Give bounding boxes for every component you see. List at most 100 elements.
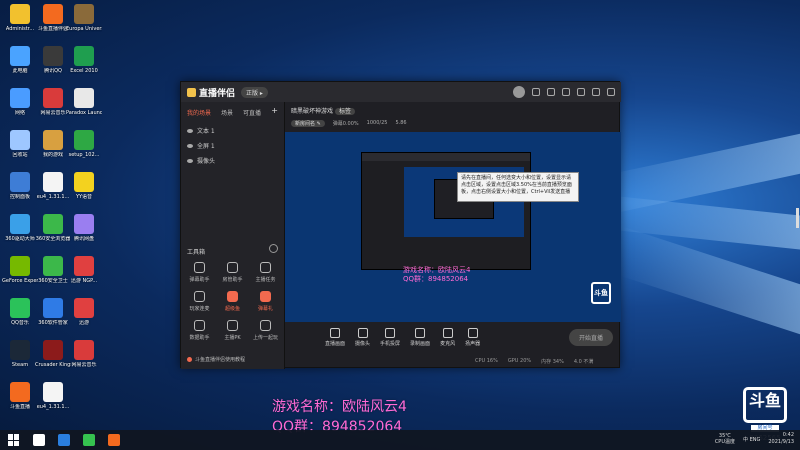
- app-icon: [10, 382, 30, 402]
- tool-button[interactable]: 弹幕助手: [183, 262, 216, 283]
- taskbar-app-icon[interactable]: [33, 434, 45, 446]
- app-icon: [43, 256, 63, 276]
- tab-my-scenes[interactable]: 我的场景: [187, 108, 211, 117]
- desktop-icon[interactable]: Excel 2010: [66, 46, 102, 74]
- tool-button[interactable]: 房管助手: [216, 262, 249, 283]
- window-titlebar[interactable]: 直播伴侣 正版 ▸: [181, 82, 621, 102]
- control-button[interactable]: 扬声器: [465, 327, 481, 347]
- input-method-indicator[interactable]: 中 ENG: [743, 436, 760, 443]
- room-name-button[interactable]: 新房间名 ✎: [291, 120, 325, 127]
- desktop-icon[interactable]: 回收站: [2, 130, 38, 158]
- meta-value: 1000/25: [366, 120, 388, 126]
- clock[interactable]: 0:42 2021/9/13: [768, 432, 794, 446]
- desktop-icon[interactable]: Steam: [2, 340, 38, 368]
- desktop-icon[interactable]: QQ音乐: [2, 298, 38, 326]
- douyu-live-companion-window: 直播伴侣 正版 ▸ 我的场景 场景 可直播 + 文本 1 全屏 1 摄像头 工具…: [180, 81, 621, 369]
- desktop-icon[interactable]: 此电脑: [2, 46, 38, 74]
- desktop-icon[interactable]: 控制面板: [2, 172, 38, 200]
- add-source-icon[interactable]: +: [271, 107, 278, 117]
- status-item: GPU 20%: [507, 358, 532, 364]
- desktop-icon[interactable]: 360驱动大师: [2, 214, 38, 242]
- stream-tag[interactable]: 标签: [334, 108, 355, 115]
- app-title: 直播伴侣: [199, 88, 236, 99]
- desktop-icon[interactable]: 斗鱼直播: [2, 382, 38, 410]
- control-button[interactable]: 手机投屏: [380, 327, 401, 347]
- control-icon: [415, 327, 426, 338]
- status-item: 4.0 不满: [573, 358, 594, 365]
- tool-button[interactable]: 主播任务: [249, 262, 282, 283]
- taskbar-app-icon[interactable]: [83, 434, 95, 446]
- desktop-icon[interactable]: Paradox Launcher v2: [66, 88, 102, 116]
- maximize-icon[interactable]: [592, 88, 600, 96]
- desktop-icon[interactable]: 网络: [2, 88, 38, 116]
- tool-button[interactable]: 上传一起玩: [249, 320, 282, 341]
- close-icon[interactable]: [607, 88, 615, 96]
- tool-button[interactable]: 超级鱼: [216, 291, 249, 312]
- desktop-icon[interactable]: 迅游: [66, 298, 102, 326]
- menu-icon[interactable]: [532, 88, 540, 96]
- sidebar: 我的场景 场景 可直播 + 文本 1 全屏 1 摄像头 工具箱 弹幕助手 房管助手…: [181, 102, 285, 369]
- source-item[interactable]: 文本 1: [181, 123, 284, 138]
- desktop-icon-label: Administr...: [5, 26, 35, 32]
- taskbar-app-icon[interactable]: [58, 434, 70, 446]
- desktop-icon[interactable]: Administr...: [2, 4, 38, 32]
- source-label: 摄像头: [197, 158, 216, 165]
- tutorial-label: 斗鱼直播伴侣使用教程: [195, 357, 246, 363]
- avatar[interactable]: [513, 86, 525, 98]
- edge-handle[interactable]: [796, 208, 799, 228]
- version-badge[interactable]: 正版 ▸: [241, 86, 268, 98]
- control-button[interactable]: 麦克风: [440, 327, 455, 347]
- app-icon: [10, 130, 30, 150]
- desktop-icon[interactable]: 迅游 NGP...: [66, 256, 102, 284]
- desktop-icon[interactable]: YY语音: [66, 172, 102, 200]
- help-tooltip: 请先在直播间，任何选变大小和位置，设置显示请点击区域，设置点击区域3.50%在当…: [457, 172, 579, 202]
- message-icon[interactable]: [547, 88, 555, 96]
- app-icon: [74, 214, 94, 234]
- settings-icon[interactable]: [562, 88, 570, 96]
- tool-icon: [227, 262, 238, 273]
- control-button[interactable]: 摄像头: [355, 327, 371, 347]
- visibility-icon[interactable]: [187, 128, 193, 133]
- tool-button[interactable]: 主播PK: [216, 320, 249, 341]
- control-label: 扬声器: [465, 340, 481, 347]
- tutorial-link[interactable]: 斗鱼直播伴侣使用教程: [187, 356, 245, 363]
- control-bar: 直播画面 摄像头 手机投屏 录制画面 麦克风 扬声器 开始直播: [285, 322, 621, 352]
- desktop-icon[interactable]: 网易云音乐: [66, 340, 102, 368]
- desktop-icon-label: Europa Universal...: [66, 26, 102, 32]
- visibility-icon[interactable]: [187, 143, 193, 148]
- more-icon[interactable]: [269, 244, 278, 253]
- taskbar-app-icon[interactable]: [108, 434, 120, 446]
- control-label: 摄像头: [355, 340, 371, 347]
- tool-button[interactable]: 数据助手: [183, 320, 216, 341]
- control-icon: [467, 327, 478, 338]
- control-button[interactable]: 录制画面: [410, 327, 430, 347]
- tab-live[interactable]: 可直播: [243, 108, 261, 117]
- tool-label: 主播任务: [255, 277, 276, 283]
- source-item[interactable]: 摄像头: [181, 153, 284, 168]
- visibility-icon[interactable]: [187, 158, 193, 163]
- desktop-icon[interactable]: setup_102...: [66, 130, 102, 158]
- control-label: 手机投屏: [380, 340, 401, 347]
- app-icon: [43, 88, 63, 108]
- desktop-icon[interactable]: Europa Universal...: [66, 4, 102, 32]
- desktop-icon[interactable]: GeForce Experience: [2, 256, 38, 284]
- stream-title[interactable]: 暗黑破坏神游戏: [291, 108, 333, 115]
- source-item[interactable]: 全屏 1: [181, 138, 284, 153]
- desktop-icon[interactable]: eu4_1.31.1...: [35, 382, 71, 410]
- stream-preview[interactable]: 请先在直播间，任何选变大小和位置，设置显示请点击区域，设置点击区域3.50%在当…: [285, 132, 621, 322]
- desktop-icon-label: QQ音乐: [11, 320, 29, 326]
- cpu-temp[interactable]: 35℃ CPU温度: [715, 433, 735, 445]
- tool-button[interactable]: 弹幕礼: [249, 291, 282, 312]
- tab-scenes[interactable]: 场景: [221, 108, 233, 117]
- control-button[interactable]: 直播画面: [325, 327, 345, 347]
- desktop-icon[interactable]: 腾讯网盘: [66, 214, 102, 242]
- desktop-icon-label: 腾讯网盘: [73, 236, 94, 242]
- tool-button[interactable]: 玩家连麦: [183, 291, 216, 312]
- windows-start-icon[interactable]: [8, 434, 20, 446]
- app-icon: [10, 172, 30, 192]
- minimize-icon[interactable]: [577, 88, 585, 96]
- app-icon: [43, 130, 63, 150]
- start-live-button[interactable]: 开始直播: [568, 328, 613, 346]
- desktop-icon-label: 斗鱼直播: [9, 404, 30, 410]
- douyu-watermark: 斗鱼: [591, 282, 611, 304]
